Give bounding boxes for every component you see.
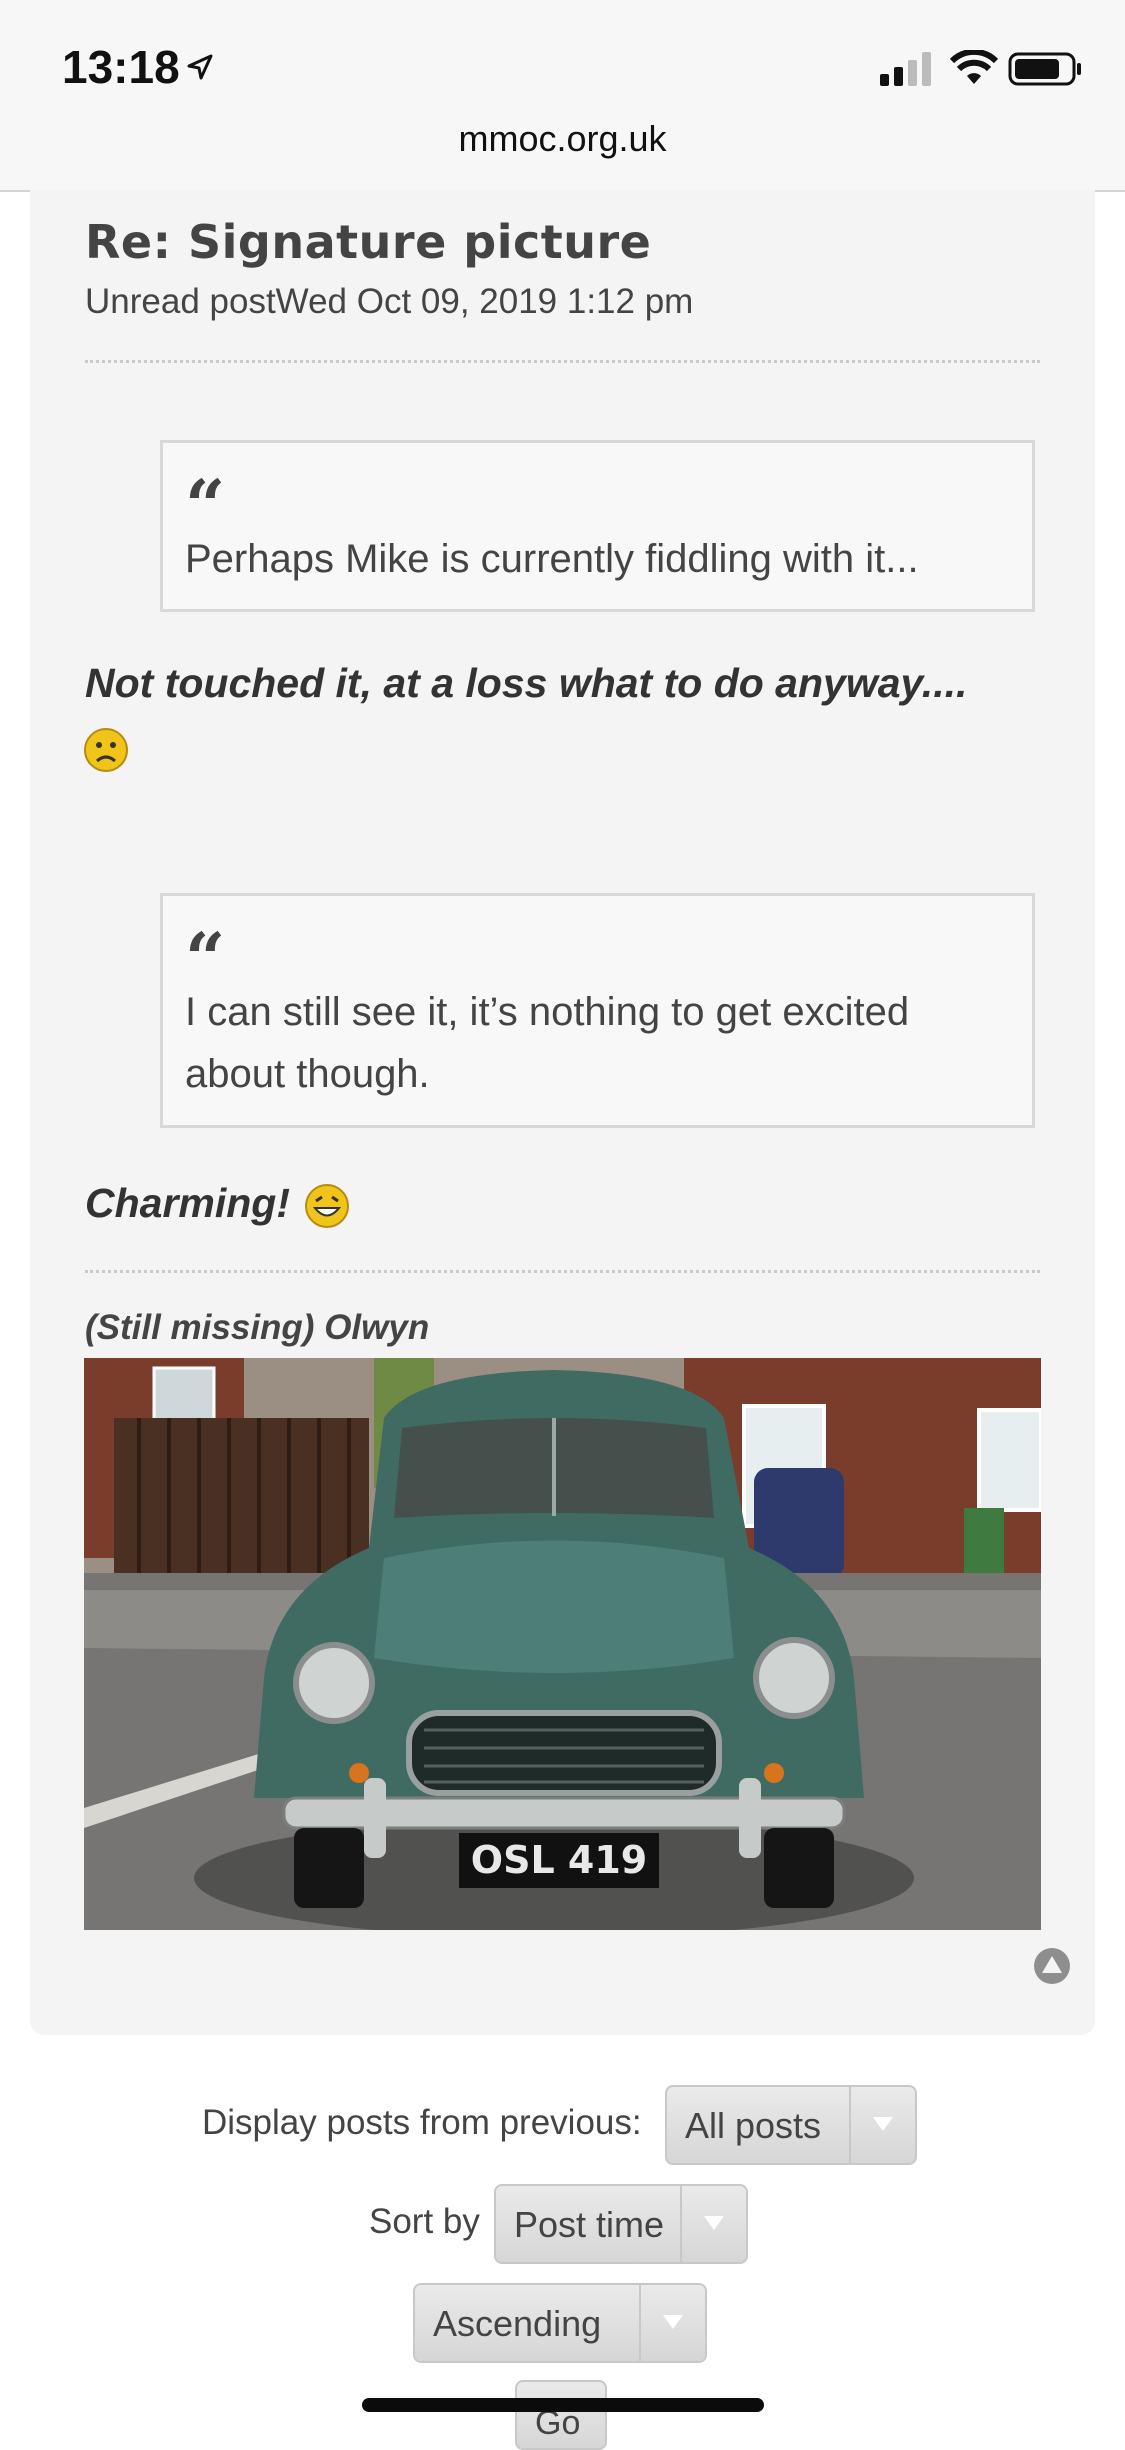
signature-car-image: OSL 419 [84, 1358, 1041, 1930]
quote-block: “ Perhaps Mike is currently fiddling wit… [160, 440, 1035, 612]
post-title[interactable]: Re: Signature picture [85, 215, 651, 269]
battery-icon [1008, 52, 1081, 86]
quote-text: Perhaps Mike is currently fiddling with … [185, 537, 919, 581]
signature-name: (Still missing) Olwyn [85, 1308, 430, 1347]
go-button[interactable]: Go [515, 2380, 607, 2450]
location-arrow-icon [187, 54, 213, 80]
sad-smiley-icon [84, 728, 128, 772]
browser-header: 13:18 mmoc.org.uk [0, 0, 1125, 192]
chevron-down-icon [639, 2285, 705, 2361]
wifi-icon [950, 50, 998, 84]
display-posts-value: All posts [685, 2105, 822, 2146]
laughing-smiley-icon [305, 1184, 349, 1228]
home-indicator[interactable] [362, 2398, 764, 2412]
reply-text: Not touched it, at a loss what to do any… [85, 660, 968, 706]
display-posts-select[interactable]: All posts [665, 2085, 917, 2165]
post-panel: Re: Signature picture Unread postWed Oct… [30, 190, 1095, 2035]
quote-text: I can still see it, it’s nothing to get … [185, 990, 910, 1096]
address-bar-url[interactable]: mmoc.org.uk [0, 118, 1125, 160]
reply-text: Charming! [85, 1180, 290, 1226]
clock: 13:18 [62, 41, 180, 93]
cellular-signal-icon [880, 52, 931, 86]
post-divider [85, 360, 1040, 363]
chevron-down-icon [849, 2087, 915, 2163]
sort-by-select[interactable]: Post time [494, 2184, 748, 2264]
sort-order-select[interactable]: Ascending [413, 2283, 707, 2363]
sort-by-label: Sort by [369, 2202, 480, 2241]
chevron-down-icon [680, 2186, 746, 2262]
sort-by-value: Post time [514, 2204, 665, 2245]
quote-block: “ I can still see it, it’s nothing to ge… [160, 893, 1035, 1128]
display-posts-label: Display posts from previous: [202, 2103, 642, 2142]
post-meta: Unread postWed Oct 09, 2019 1:12 pm [85, 282, 694, 321]
sort-order-value: Ascending [433, 2303, 602, 2344]
scroll-to-top-icon[interactable] [1033, 1947, 1071, 1985]
signature-divider [85, 1270, 1040, 1273]
number-plate: OSL 419 [471, 1838, 647, 1882]
